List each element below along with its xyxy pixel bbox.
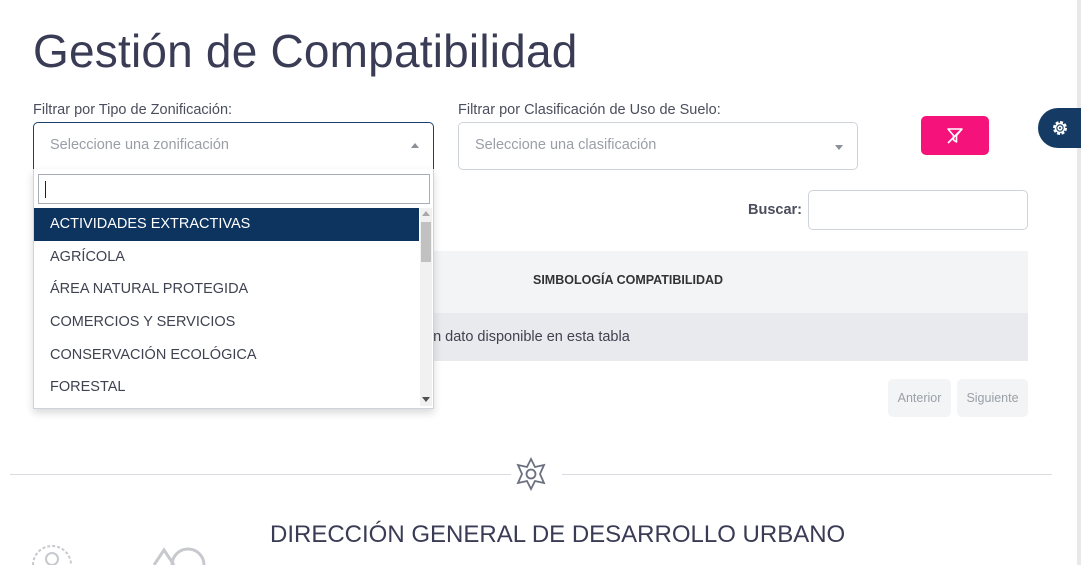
dropdown-options-list: ACTIVIDADES EXTRACTIVAS AGRÍCOLA ÁREA NA… [34,208,419,406]
search-label: Buscar: [748,202,802,218]
chevron-up-icon [411,143,419,148]
text-cursor [45,181,46,198]
dropdown-option[interactable]: COMERCIOS Y SERVICIOS [34,306,419,339]
zonificacion-dropdown: ACTIVIDADES EXTRACTIVAS AGRÍCOLA ÁREA NA… [33,169,434,409]
dropdown-option[interactable]: ACTIVIDADES EXTRACTIVAS [34,208,419,241]
page-scrollbar[interactable] [1077,0,1081,565]
gear-icon [1052,121,1067,135]
scroll-up-arrow-icon[interactable] [422,211,430,216]
clasificacion-placeholder: Seleccione una clasificación [475,137,657,153]
page-title: Gestión de Compatibilidad [33,25,578,77]
chevron-down-icon [835,145,843,150]
zonificacion-filter-label: Filtrar por Tipo de Zonificación: [33,102,233,118]
previous-page-button[interactable]: Anterior [888,379,951,417]
institution-logo [152,547,206,565]
scroll-down-arrow-icon[interactable] [422,397,430,402]
dropdown-scrollbar[interactable] [420,208,432,406]
zonificacion-placeholder: Seleccione una zonificación [50,137,229,153]
zonificacion-select[interactable]: Seleccione una zonificación [33,122,434,170]
next-page-button[interactable]: Siguiente [957,379,1028,417]
clasificacion-select[interactable]: Seleccione una clasificación [458,122,858,170]
dropdown-option[interactable]: ÁREA NATURAL PROTEGIDA [34,273,419,306]
dropdown-search-input[interactable] [38,174,430,204]
star-emblem-icon [516,457,546,491]
scrollbar-thumb[interactable] [421,222,431,262]
footer-divider-right [562,474,1052,475]
dropdown-option[interactable]: FORESTAL [34,371,419,404]
footer-title: DIRECCIÓN GENERAL DE DESARROLLO URBANO [270,521,846,548]
dropdown-option[interactable]: CONSERVACIÓN ECOLÓGICA [34,338,419,371]
column-header-simbologia[interactable]: SIMBOLOGÍA COMPATIBILIDAD [533,273,723,287]
empty-table-message: ún dato disponible en esta tabla [425,329,630,345]
dropdown-option[interactable]: AGRÍCOLA [34,241,419,274]
footer-divider-left [10,474,511,475]
clasificacion-filter-label: Filtrar por Clasificación de Uso de Suel… [458,102,721,118]
clear-filters-button[interactable] [921,116,989,155]
filter-clear-icon [947,127,963,144]
government-seal-logo [32,545,72,565]
search-input[interactable] [808,190,1028,230]
settings-button[interactable] [1038,108,1081,148]
